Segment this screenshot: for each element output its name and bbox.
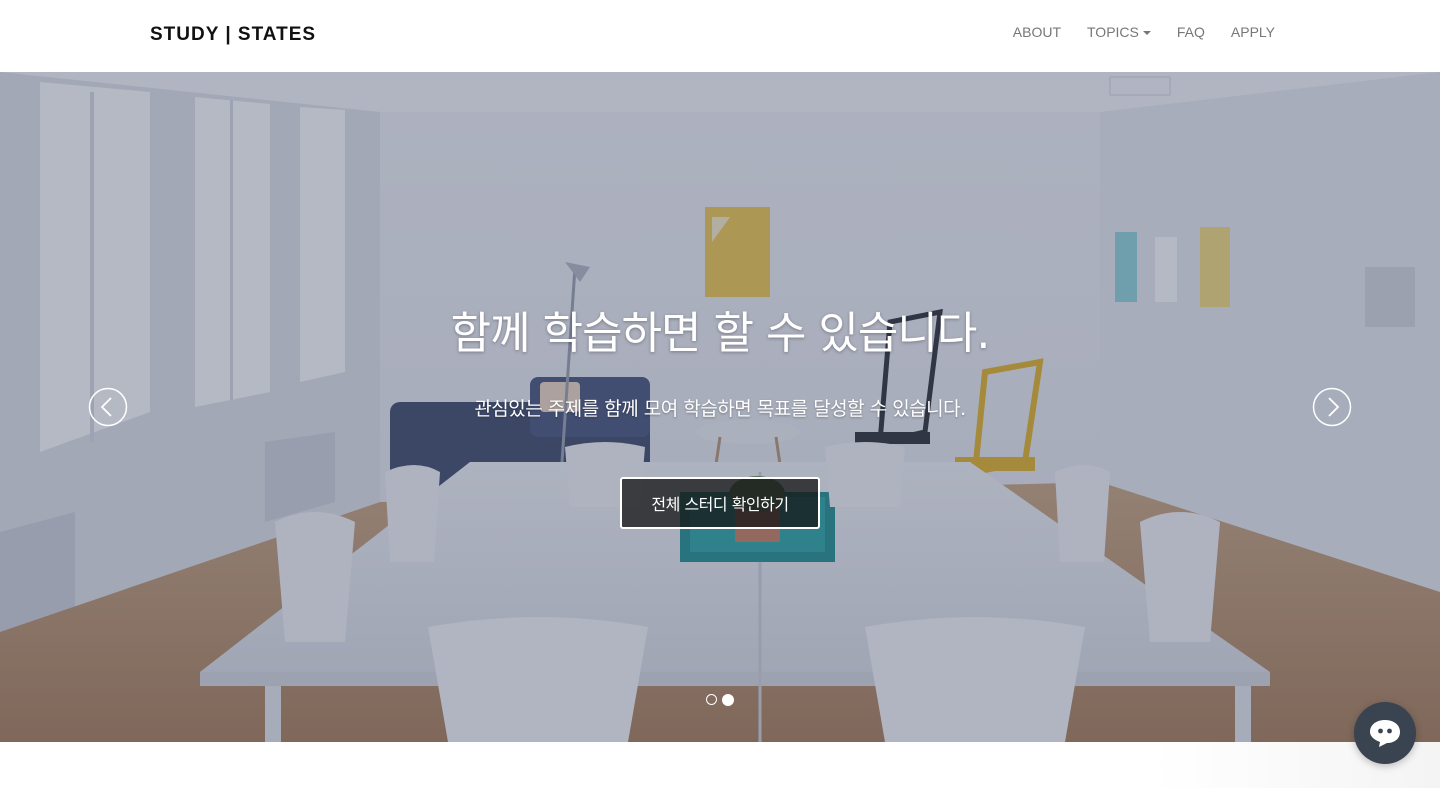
chat-launcher-button[interactable] <box>1354 702 1416 764</box>
chevron-left-circle-icon <box>88 387 128 427</box>
nav-link-about[interactable]: ABOUT <box>1000 23 1074 41</box>
view-all-studies-button[interactable]: 전체 스터디 확인하기 <box>620 477 820 529</box>
nav-link-topics-dropdown[interactable]: TOPICS <box>1074 23 1164 41</box>
carousel-indicator[interactable] <box>706 694 717 705</box>
chevron-right-circle-icon <box>1312 387 1352 427</box>
caret-down-icon <box>1142 30 1151 35</box>
hero-headline: 함께 학습하면 할 수 있습니다. <box>450 308 991 359</box>
next-section <box>0 742 1440 788</box>
chat-bubble-icon <box>1370 720 1400 747</box>
nav-link-label: TOPICS <box>1087 24 1139 40</box>
carousel-prev-button[interactable] <box>88 387 128 427</box>
nav-link-label: APPLY <box>1230 24 1275 40</box>
carousel-indicator-active[interactable] <box>722 693 734 706</box>
carousel-next-button[interactable] <box>1312 387 1352 427</box>
brand-logo[interactable]: STUDY | STATES <box>150 24 316 46</box>
hero-carousel: 함께 학습하면 할 수 있습니다. 관심있는 주제를 함께 모여 학습하면 목표… <box>0 72 1440 742</box>
nav-link-apply[interactable]: APPLY <box>1218 23 1288 41</box>
nav-link-label: ABOUT <box>1012 24 1061 40</box>
carousel-indicators <box>706 693 734 706</box>
top-navbar: STUDY | STATES ABOUT TOPICS FAQ APPLY <box>0 0 1440 72</box>
nav-menu: ABOUT TOPICS FAQ APPLY <box>1000 23 1288 41</box>
hero-subheadline: 관심있는 주제를 함께 모여 학습하면 목표를 달성할 수 있습니다. <box>474 398 966 420</box>
nav-link-label: FAQ <box>1176 24 1205 40</box>
nav-link-faq[interactable]: FAQ <box>1164 23 1218 41</box>
